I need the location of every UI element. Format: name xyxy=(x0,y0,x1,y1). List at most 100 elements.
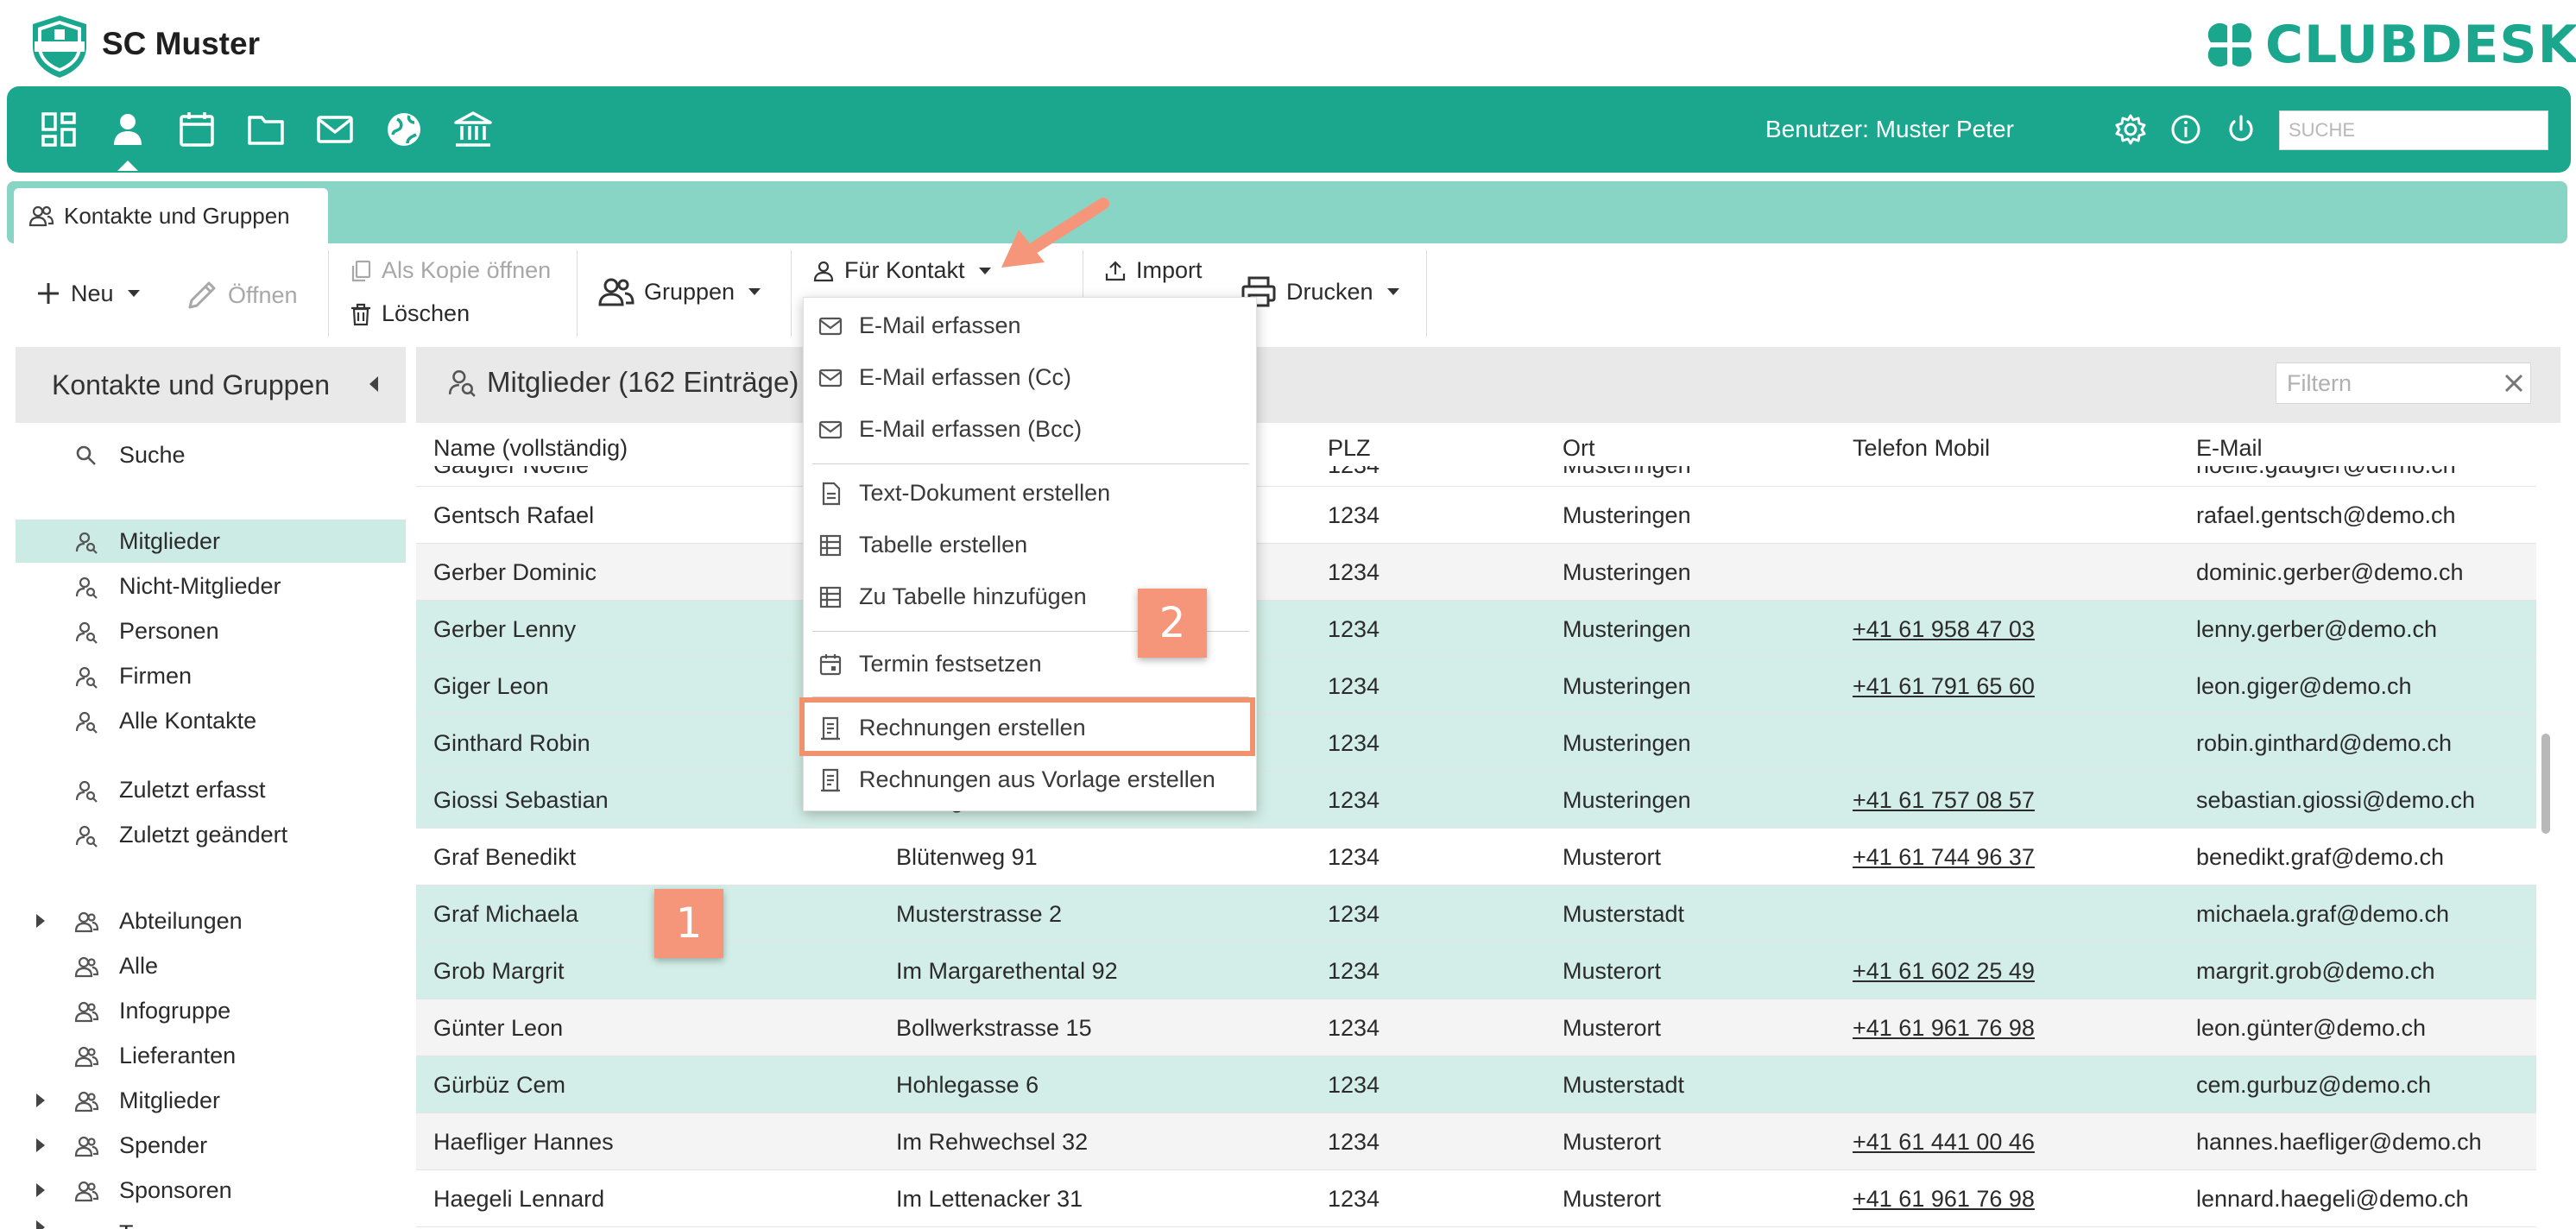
new-button[interactable]: Neu xyxy=(35,280,140,307)
dashboard-icon[interactable] xyxy=(38,109,79,150)
global-search-input[interactable] xyxy=(2279,110,2548,150)
delete-label: Löschen xyxy=(382,300,470,326)
table-row[interactable]: Ginthard Robin 1234 Musteringen robin.ginth… xyxy=(416,715,2536,772)
open-copy-button[interactable]: Als Kopie öffnen xyxy=(349,257,551,284)
expand-arrow-icon[interactable] xyxy=(36,1183,45,1197)
menu-item-label: Tabelle erstellen xyxy=(859,531,1028,558)
sidebar-item-zuletzt-geaendert[interactable]: Zuletzt geändert xyxy=(16,813,406,856)
grid-scrollbar-thumb[interactable] xyxy=(2541,734,2550,834)
sidebar-item-label: Firmen xyxy=(119,662,193,689)
sidebar-item-firmen[interactable]: Firmen xyxy=(16,654,406,697)
for-contact-menu-button[interactable]: Für Kontakt xyxy=(811,257,991,284)
table-row[interactable]: Gerber Lenny 1234 Musteringen +41 61 958 47… xyxy=(416,601,2536,658)
cell-email: hannes.haefliger@demo.ch xyxy=(2196,1129,2482,1155)
groups-button[interactable]: Gruppen xyxy=(597,276,761,307)
sidebar-group-sponsoren[interactable]: Sponsoren xyxy=(16,1169,406,1212)
sidebar-item-zuletzt-erfasst[interactable]: Zuletzt erfasst xyxy=(16,768,406,811)
table-row[interactable]: Gerber Dominic 1234 Musteringen dominic.ger… xyxy=(416,544,2536,601)
grid-filter-input[interactable] xyxy=(2276,362,2531,404)
column-header-email[interactable]: E-Mail xyxy=(2196,435,2263,462)
table-row[interactable]: Giger Leon 1234 Musteringen +41 61 791 65 6… xyxy=(416,658,2536,715)
table-row[interactable]: Gürbüz Cem Hohlegasse 6 1234 Musterstadt cem… xyxy=(416,1056,2536,1113)
cell-mobile[interactable]: +41 61 757 08 57 xyxy=(1853,787,2035,814)
tab-contacts-groups[interactable]: Kontakte und Gruppen xyxy=(14,188,328,243)
column-header-mobile[interactable]: Telefon Mobil xyxy=(1853,435,1990,462)
cell-mobile[interactable]: +41 61 602 25 49 xyxy=(1853,958,2035,985)
contact-search-icon xyxy=(75,711,98,734)
delete-button[interactable]: Löschen xyxy=(349,300,470,327)
cell-name: Graf Michaela xyxy=(433,901,579,927)
sidebar-item-alle-kontakte[interactable]: Alle Kontakte xyxy=(16,699,406,742)
folder-icon[interactable] xyxy=(245,109,287,150)
sidebar-group-lieferanten[interactable]: Lieferanten xyxy=(16,1034,406,1077)
cell-plz: 1234 xyxy=(1328,559,1380,585)
expand-arrow-icon[interactable] xyxy=(36,1138,45,1152)
expand-arrow-icon[interactable] xyxy=(36,1093,45,1107)
column-header-name[interactable]: Name (vollständig) xyxy=(433,435,628,462)
table-row[interactable]: Giossi SebastianStreitgasse 161234Muster… xyxy=(416,772,2536,829)
cell-plz: 1234 xyxy=(1328,502,1380,528)
sidebar-group-infogruppe[interactable]: Infogruppe xyxy=(16,989,406,1032)
calendar-icon[interactable] xyxy=(176,109,218,150)
contacts-icon[interactable] xyxy=(107,109,148,150)
club-logo[interactable] xyxy=(26,12,93,79)
expand-arrow-icon[interactable] xyxy=(36,1220,45,1229)
mail-icon[interactable] xyxy=(314,109,356,150)
cell-mobile[interactable]: +41 61 961 76 98 xyxy=(1853,1186,2035,1213)
table-row[interactable]: Haegeli Lennard Im Lettenacker 31 1234 Must… xyxy=(416,1170,2536,1227)
sidebar-group-abteilungen[interactable]: Abteilungen xyxy=(16,899,406,942)
table-row[interactable]: Günter Leon Bollwerkstrasse 15 1234 Mustero… xyxy=(416,999,2536,1056)
sidebar-group-partial[interactable]: T... xyxy=(16,1213,406,1229)
settings-gear-icon[interactable] xyxy=(2113,112,2148,147)
copy-icon xyxy=(351,260,371,281)
menu-item-email[interactable]: E-Mail erfassen xyxy=(804,301,1258,350)
contact-search-icon xyxy=(75,577,98,599)
import-button[interactable]: Import xyxy=(1103,257,1203,284)
bank-icon[interactable] xyxy=(452,109,494,150)
power-icon[interactable] xyxy=(2224,112,2258,147)
cell-mobile[interactable]: +41 61 441 00 46 xyxy=(1853,1129,2035,1156)
print-label: Drucken xyxy=(1286,278,1373,305)
sidebar-group-mitglieder[interactable]: Mitglieder xyxy=(16,1079,406,1122)
clubdesk-logo: CLUBDESK ® xyxy=(2203,14,2576,76)
globe-icon[interactable] xyxy=(383,109,425,150)
clear-filter-icon[interactable] xyxy=(2500,369,2528,397)
cell-address: Im Rehwechsel 32 xyxy=(896,1129,1089,1155)
table-row[interactable]: Graf Michaela Musterstrasse 2 1234 Musterst… xyxy=(416,886,2536,942)
active-nav-indicator xyxy=(117,161,138,171)
cell-ort: Musterort xyxy=(1563,1129,1662,1155)
cell-email: lenny.gerber@demo.ch xyxy=(2196,616,2438,642)
menu-item-text-document[interactable]: Text-Dokument erstellen xyxy=(804,469,1258,517)
toolbar-separator xyxy=(1426,250,1427,337)
column-header-ort[interactable]: Ort xyxy=(1563,435,1595,462)
cell-mobile[interactable]: +41 61 791 65 60 xyxy=(1853,673,2035,700)
expand-arrow-icon[interactable] xyxy=(36,914,45,928)
cell-name: Giossi Sebastian xyxy=(433,787,609,813)
table-row[interactable]: Haefliger Hannes Im Rehwechsel 32 1234 Must… xyxy=(416,1113,2536,1170)
sidebar-item-nicht-mitglieder[interactable]: Nicht-Mitglieder xyxy=(16,564,406,608)
print-button[interactable]: Drucken xyxy=(1240,274,1399,309)
table-row[interactable]: Graf Benedikt Blütenweg 91 1234 Musterort +4… xyxy=(416,829,2536,886)
sidebar-group-spender[interactable]: Spender xyxy=(16,1124,406,1167)
cell-plz: 1234 xyxy=(1328,616,1380,642)
column-header-plz[interactable]: PLZ xyxy=(1328,435,1371,462)
open-button[interactable]: Öffnen xyxy=(185,278,298,312)
menu-item-email-bcc[interactable]: E-Mail erfassen (Bcc) xyxy=(804,405,1258,453)
cell-mobile[interactable]: +41 61 744 96 37 xyxy=(1853,844,2035,871)
menu-item-create-table[interactable]: Tabelle erstellen xyxy=(804,520,1258,569)
table-row[interactable]: Gaugler Noelle 1234 Musteringen noelle.g… xyxy=(416,466,2536,487)
collapse-sidebar-icon[interactable] xyxy=(369,376,378,392)
contact-search-icon xyxy=(75,532,98,554)
info-icon[interactable] xyxy=(2169,112,2203,147)
cell-mobile[interactable]: +41 61 961 76 98 xyxy=(1853,1015,2035,1042)
sidebar-item-mitglieder[interactable]: Mitglieder xyxy=(16,520,406,563)
menu-item-invoices-from-template[interactable]: Rechnungen aus Vorlage erstellen xyxy=(804,755,1258,804)
toolbar-separator xyxy=(577,250,578,337)
table-row[interactable]: Gentsch Rafael 1234 Musteringen rafael.gent… xyxy=(416,487,2536,544)
cell-mobile[interactable]: +41 61 958 47 03 xyxy=(1853,616,2035,643)
sidebar-item-personen[interactable]: Personen xyxy=(16,609,406,652)
sidebar-item-search[interactable]: Suche xyxy=(16,433,406,476)
menu-item-email-cc[interactable]: E-Mail erfassen (Cc) xyxy=(804,353,1258,401)
sidebar-group-alle[interactable]: Alle xyxy=(16,944,406,987)
table-row[interactable]: Grob Margrit Im Margarethental 92 1234 Must… xyxy=(416,942,2536,999)
